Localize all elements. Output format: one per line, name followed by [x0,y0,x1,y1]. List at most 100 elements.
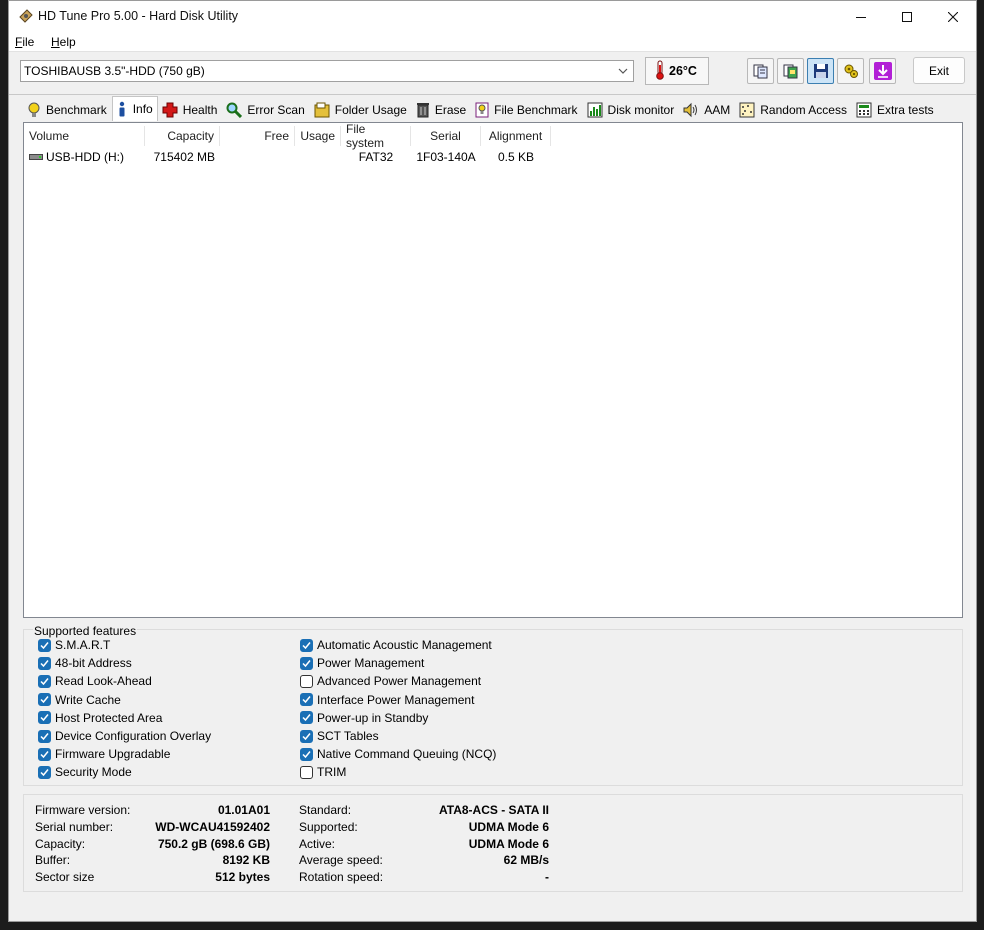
checkbox-checked[interactable] [38,729,51,743]
checkbox-checked[interactable] [38,693,51,707]
table-row[interactable]: USB-HDD (H:) 715402 MB FAT32 1F03-140A 0… [24,149,551,165]
tab-label: File Benchmark [494,103,578,117]
column-volume[interactable]: Volume [24,126,145,146]
tab-aam[interactable]: AAM [679,98,735,121]
title-bar[interactable]: HD Tune Pro 5.00 - Hard Disk Utility [9,1,976,32]
tab-erase[interactable]: Erase [412,98,471,121]
thermometer-icon [655,60,665,83]
feature-label: Host Protected Area [55,710,163,725]
checkbox-checked[interactable] [300,711,313,725]
tab-disk-monitor[interactable]: Disk monitor [583,98,680,121]
copy-text-button[interactable] [747,58,774,84]
options-button[interactable] [837,58,864,84]
tab-label: Info [132,102,153,116]
minimize-button[interactable] [838,1,884,32]
feature-write-cache[interactable]: Write Cache [38,692,121,708]
exit-button[interactable]: Exit [913,57,965,84]
tab-folder-usage[interactable]: Folder Usage [310,98,412,121]
detail-value-serial-number: WD-WCAU41592402 [155,819,270,834]
feature-power-up-in-standby[interactable]: Power-up in Standby [300,710,428,726]
checkbox-checked[interactable] [300,656,313,670]
tab-info[interactable]: Info [111,96,158,121]
feature-s-m-a-r-t[interactable]: S.M.A.R.T [38,637,110,653]
feature-automatic-acoustic-management[interactable]: Automatic Acoustic Management [300,637,492,653]
feature-host-protected-area[interactable]: Host Protected Area [38,710,162,726]
feature-read-look-ahead[interactable]: Read Look-Ahead [38,673,152,689]
feature-48-bit-address[interactable]: 48-bit Address [38,655,132,671]
feature-security-mode[interactable]: Security Mode [38,764,132,780]
checkmark-icon [302,696,311,704]
tab-label: Health [182,103,218,117]
feature-label: Native Command Queuing (NCQ) [317,747,497,762]
feature-sct-tables[interactable]: SCT Tables [300,728,379,744]
column-file-system[interactable]: File system [341,122,411,150]
tab-health[interactable]: Health [158,98,223,121]
tab-error-scan[interactable]: Error Scan [222,98,309,121]
tab-file-benchmark[interactable]: File Benchmark [471,98,582,121]
detail-value-average-speed: 62 MB/s [503,853,549,868]
file-system-cell: FAT32 [358,150,394,164]
feature-label: Write Cache [55,692,121,707]
feature-interface-power-management[interactable]: Interface Power Management [300,692,474,708]
feature-device-configuration-overlay[interactable]: Device Configuration Overlay [38,728,211,744]
column-free[interactable]: Free [220,126,295,146]
menu-file[interactable]: File [15,35,34,49]
column-alignment[interactable]: Alignment [481,126,551,146]
feature-power-management[interactable]: Power Management [300,655,424,671]
column-serial[interactable]: Serial [411,126,481,146]
tab-random-access[interactable]: Random Access [735,98,852,121]
checkbox-checked[interactable] [38,674,51,688]
feature-label: Advanced Power Management [317,674,482,689]
feature-label: Power Management [317,656,425,671]
checkbox-checked[interactable] [300,638,313,652]
checkbox-checked[interactable] [300,729,313,743]
drive-icon [29,150,43,164]
checkbox-checked[interactable] [300,693,313,707]
checkbox-checked[interactable] [38,638,51,652]
tab-benchmark[interactable]: Benchmark [23,98,112,121]
volume-list[interactable]: Volume Capacity Free Usage File system S… [23,122,963,618]
folder-icon [314,102,330,118]
capacity-cell: 715402 MB [153,150,215,164]
checkbox-checked[interactable] [38,765,51,779]
close-button[interactable] [930,1,976,32]
column-capacity[interactable]: Capacity [145,126,220,146]
tab-strip: Benchmark Info Health Error Scan Folder … [23,96,939,121]
detail-value-capacity: 750.2 gB (698.6 GB) [157,836,270,851]
chevron-down-icon [618,65,628,79]
checkbox-checked[interactable] [300,747,313,761]
feature-firmware-upgradable[interactable]: Firmware Upgradable [38,746,170,762]
maximize-button[interactable] [884,1,930,32]
checkbox-checked[interactable] [38,711,51,725]
column-usage[interactable]: Usage [295,126,341,146]
feature-advanced-power-management[interactable]: Advanced Power Management [300,673,481,689]
download-button[interactable] [869,58,896,84]
tab-label: Erase [434,103,467,117]
checkbox-unchecked[interactable] [300,765,313,779]
copy-screenshot-button[interactable] [777,58,804,84]
tab-extra-tests[interactable]: Extra tests [852,98,939,121]
checkbox-unchecked[interactable] [300,674,313,688]
checkmark-icon [302,659,311,667]
calculator-icon [856,102,872,118]
close-icon [948,11,958,22]
save-button[interactable] [807,58,834,84]
hdtune-app-icon [18,8,34,24]
checkmark-icon [40,750,49,758]
drive-select-value: TOSHIBAUSB 3.5"-HDD (750 gB) [24,64,205,78]
checkbox-checked[interactable] [38,656,51,670]
tab-label: Extra tests [876,103,934,117]
feature-label: Firmware Upgradable [55,747,171,762]
drive-select[interactable]: TOSHIBAUSB 3.5"-HDD (750 gB) [20,60,634,82]
save-icon [813,64,828,78]
checkmark-icon [40,768,49,777]
feature-label: Power-up in Standby [317,710,429,725]
checkbox-checked[interactable] [38,747,51,761]
info-icon [119,101,125,117]
feature-trim[interactable]: TRIM [300,764,346,780]
feature-label: Device Configuration Overlay [55,729,212,743]
menu-help[interactable]: Help [51,35,76,49]
detail-value-rotation-speed: - [545,870,549,885]
detail-value-firmware-version: 01.01A01 [217,803,270,817]
feature-native-command-queuing-ncq[interactable]: Native Command Queuing (NCQ) [300,746,496,762]
